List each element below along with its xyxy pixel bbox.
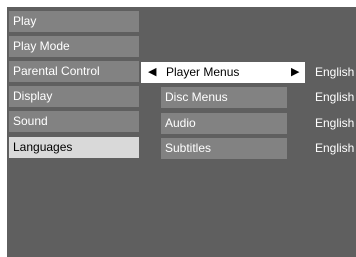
menu-item-languages[interactable]: Languages	[9, 137, 139, 158]
sub-item-player-menus[interactable]: ◀ Player Menus ▶	[141, 62, 305, 83]
menu-item-play-mode[interactable]: Play Mode	[9, 36, 139, 57]
player-menus-value: English	[315, 65, 355, 79]
subtitles-value: English	[315, 141, 355, 155]
sub-item-audio[interactable]: Audio	[161, 113, 287, 134]
menu-item-sound[interactable]: Sound	[9, 111, 139, 132]
disc-menus-value: English	[315, 90, 355, 104]
left-arrow-icon[interactable]: ◀	[148, 62, 156, 83]
sub-item-player-menus-label: Player Menus	[166, 65, 240, 79]
right-arrow-icon[interactable]: ▶	[291, 62, 299, 83]
menu-item-play[interactable]: Play	[9, 11, 139, 32]
sub-item-subtitles[interactable]: Subtitles	[161, 138, 287, 159]
audio-value: English	[315, 116, 355, 130]
sub-item-disc-menus[interactable]: Disc Menus	[161, 87, 287, 108]
menu-item-parental-control[interactable]: Parental Control	[9, 61, 139, 82]
osd-menu-screen: Play Play Mode Parental Control Display …	[7, 7, 356, 257]
menu-item-display[interactable]: Display	[9, 86, 139, 107]
